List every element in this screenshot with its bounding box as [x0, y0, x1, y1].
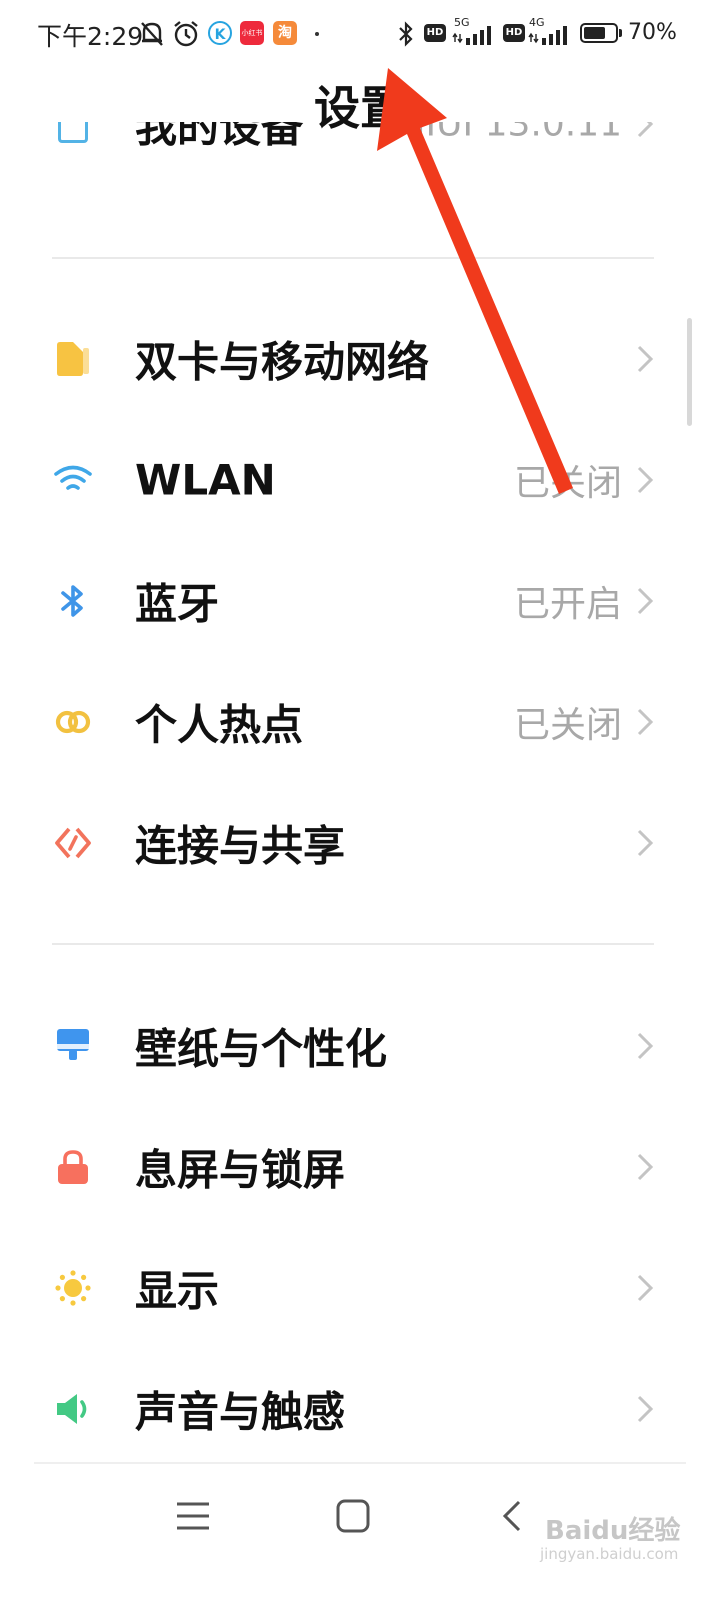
wifi-icon	[53, 460, 93, 500]
list-item-connection[interactable]: 连接与共享	[0, 783, 720, 903]
bluetooth-icon	[53, 581, 93, 621]
list-item-label: 壁纸与个性化	[135, 1024, 388, 1074]
chevron-right-icon	[637, 1153, 654, 1181]
sun-icon	[53, 1268, 93, 1308]
list-item-label: 个人热点	[135, 700, 304, 750]
battery-percent: 70%	[628, 20, 677, 45]
chevron-right-icon	[637, 466, 654, 494]
hotspot-icon	[53, 702, 93, 742]
sim-card-icon	[53, 339, 93, 379]
chevron-right-icon	[637, 122, 654, 138]
battery-level-fill	[584, 27, 605, 39]
home-icon[interactable]	[334, 1497, 372, 1535]
settings-section-network: 双卡与移动网络 WLAN 已关闭 蓝牙 已开启 个人热点 已关闭 连接与共享	[0, 299, 720, 899]
lock-icon	[53, 1147, 93, 1187]
list-item-label: WLAN	[135, 455, 276, 505]
status-time: 下午2:29	[37, 22, 144, 51]
list-item-label: 显示	[135, 1266, 220, 1316]
speaker-icon	[53, 1389, 93, 1429]
list-item-display[interactable]: 显示	[0, 1228, 720, 1348]
app-notification-xiaohongshu-icon: 小红书	[240, 21, 264, 45]
list-item-label: 声音与触感	[135, 1387, 346, 1437]
mute-bell-icon	[141, 22, 163, 46]
app-notification-k-icon: K	[208, 21, 232, 45]
list-item-wallpaper[interactable]: 壁纸与个性化	[0, 986, 720, 1106]
section-divider	[52, 257, 654, 259]
list-item-lockscreen[interactable]: 息屏与锁屏	[0, 1107, 720, 1227]
share-connection-icon	[53, 823, 93, 863]
list-item-label: 蓝牙	[135, 579, 220, 629]
list-item-status: 已关闭	[513, 705, 622, 746]
hd-voice-icon-1: HD	[424, 24, 446, 42]
list-item-sound[interactable]: 声音与触感	[0, 1349, 720, 1469]
baidu-watermark-url: jingyan.baidu.com	[540, 1545, 679, 1563]
chevron-right-icon	[637, 829, 654, 857]
chevron-right-icon	[637, 1395, 654, 1423]
chevron-right-icon	[637, 1274, 654, 1302]
chevron-right-icon	[637, 1032, 654, 1060]
nav-divider	[34, 1462, 686, 1464]
list-item-bluetooth[interactable]: 蓝牙 已开启	[0, 541, 720, 661]
battery-icon	[580, 23, 618, 43]
chevron-right-icon	[637, 708, 654, 736]
bluetooth-status-icon	[399, 21, 413, 47]
back-icon[interactable]	[500, 1498, 524, 1534]
status-bar: 下午2:29 K 小红书 淘 HD 5G HD 4G 70%	[0, 0, 720, 70]
list-item-status: 已开启	[513, 584, 622, 625]
list-item-status: 已关闭	[513, 463, 622, 504]
signal-strength-icon-2	[528, 26, 567, 45]
battery-tip	[619, 29, 622, 37]
list-item-label: 息屏与锁屏	[135, 1145, 346, 1195]
list-item-label: 我的设备	[135, 122, 304, 152]
app-notification-taobao-icon: 淘	[273, 21, 297, 45]
list-item-wlan[interactable]: WLAN 已关闭	[0, 420, 720, 540]
list-item-label: 连接与共享	[135, 821, 346, 871]
chevron-right-icon	[637, 587, 654, 615]
section-divider	[52, 943, 654, 945]
baidu-watermark: Baidu经验	[545, 1516, 681, 1546]
hd-voice-icon-2: HD	[503, 24, 525, 42]
scrollbar-thumb[interactable]	[687, 318, 692, 426]
alarm-clock-icon	[174, 21, 198, 47]
list-item-hotspot[interactable]: 个人热点 已关闭	[0, 662, 720, 782]
chevron-right-icon	[637, 345, 654, 373]
list-item-my-device[interactable]: 我的设备 MIUI 13.0.11	[0, 122, 720, 184]
settings-section-display: 壁纸与个性化 息屏与锁屏显示声音与触感	[0, 986, 720, 1470]
list-item-value: MIUI 13.0.11	[394, 122, 623, 145]
wallpaper-icon	[53, 1026, 93, 1066]
menu-recents-icon[interactable]	[174, 1500, 212, 1532]
more-notifications-dot	[315, 32, 319, 36]
list-item-label: 双卡与移动网络	[135, 337, 430, 387]
device-icon	[58, 122, 88, 143]
signal-strength-icon-1	[452, 26, 491, 45]
list-item-sim[interactable]: 双卡与移动网络	[0, 299, 720, 419]
top-item-clip: 我的设备 MIUI 13.0.11	[0, 122, 720, 184]
